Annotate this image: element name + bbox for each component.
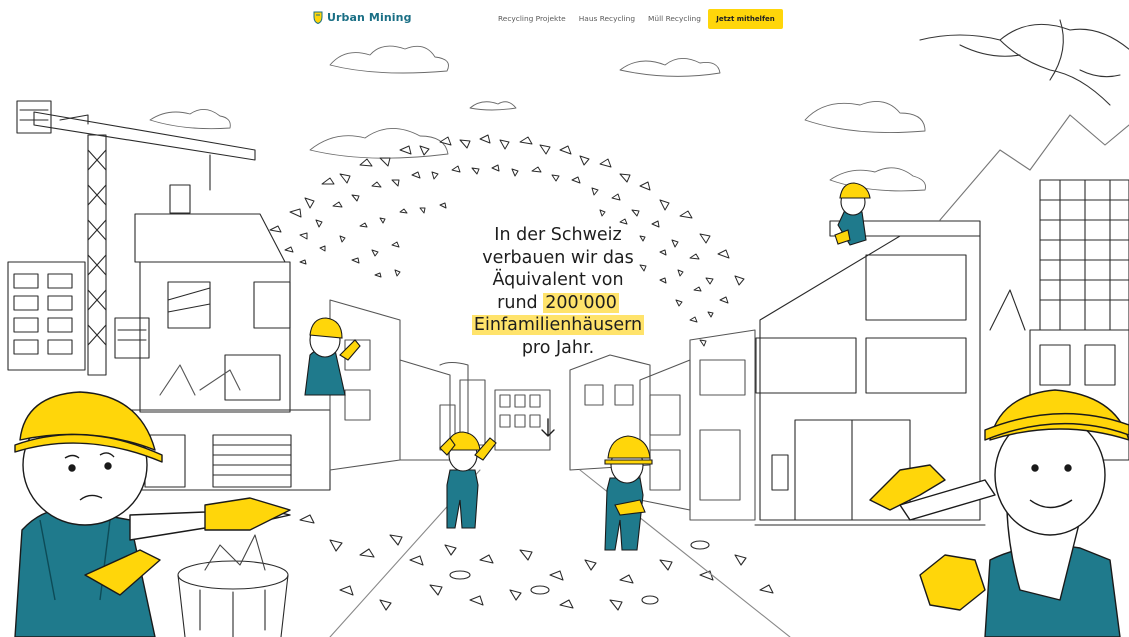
ground-debris (299, 514, 774, 611)
page: Urban Mining Recycling Projekte Haus Rec… (0, 0, 1129, 637)
worker-rooftop (834, 182, 871, 246)
headline-line-6: pro Jahr. (521, 337, 595, 358)
headline-line-3: Äquivalent von (492, 270, 624, 290)
headline-line-4-prefix: rund (497, 292, 544, 313)
logo-link[interactable]: Urban Mining (313, 11, 412, 24)
worker-center-right (604, 435, 653, 551)
logo-text: Urban Mining (327, 11, 412, 24)
headline-highlight-number: 200'000 (543, 292, 619, 313)
hero-headline: In der Schweiz verbauen wir das Äquivale… (454, 224, 662, 359)
top-navigation: Urban Mining Recycling Projekte Haus Rec… (0, 0, 1129, 36)
clouds (149, 45, 926, 192)
right-building (754, 220, 986, 526)
arrow-down-icon[interactable] (541, 418, 555, 438)
jetzt-mithelfen-button[interactable]: Jetzt mithelfen (708, 9, 783, 29)
worker-middle-left (304, 317, 361, 396)
headline-line-5: Einfamilienhäusern (454, 314, 662, 337)
headline-line-2: verbauen wir das (482, 247, 634, 268)
crane (16, 100, 256, 376)
worker-center-girl (439, 431, 497, 529)
worker-right-big (869, 389, 1129, 637)
trash-can (177, 534, 289, 637)
mountain (939, 114, 1129, 221)
nav-link-muell-recycling[interactable]: Müll Recycling (648, 14, 701, 23)
nav-link-haus-recycling[interactable]: Haus Recycling (579, 14, 635, 23)
headline-line-4: rund 200'000 (454, 292, 662, 315)
headline-highlight-houses: Einfamilienhäusern (471, 315, 645, 335)
worker-left-big (14, 391, 291, 637)
nav-link-recycling-projekte[interactable]: Recycling Projekte (498, 14, 566, 23)
street (329, 469, 791, 637)
helmet-shield-icon (313, 11, 323, 24)
headline-line-1: In der Schweiz (494, 225, 622, 245)
nav-links: Recycling Projekte Haus Recycling Müll R… (498, 14, 701, 23)
